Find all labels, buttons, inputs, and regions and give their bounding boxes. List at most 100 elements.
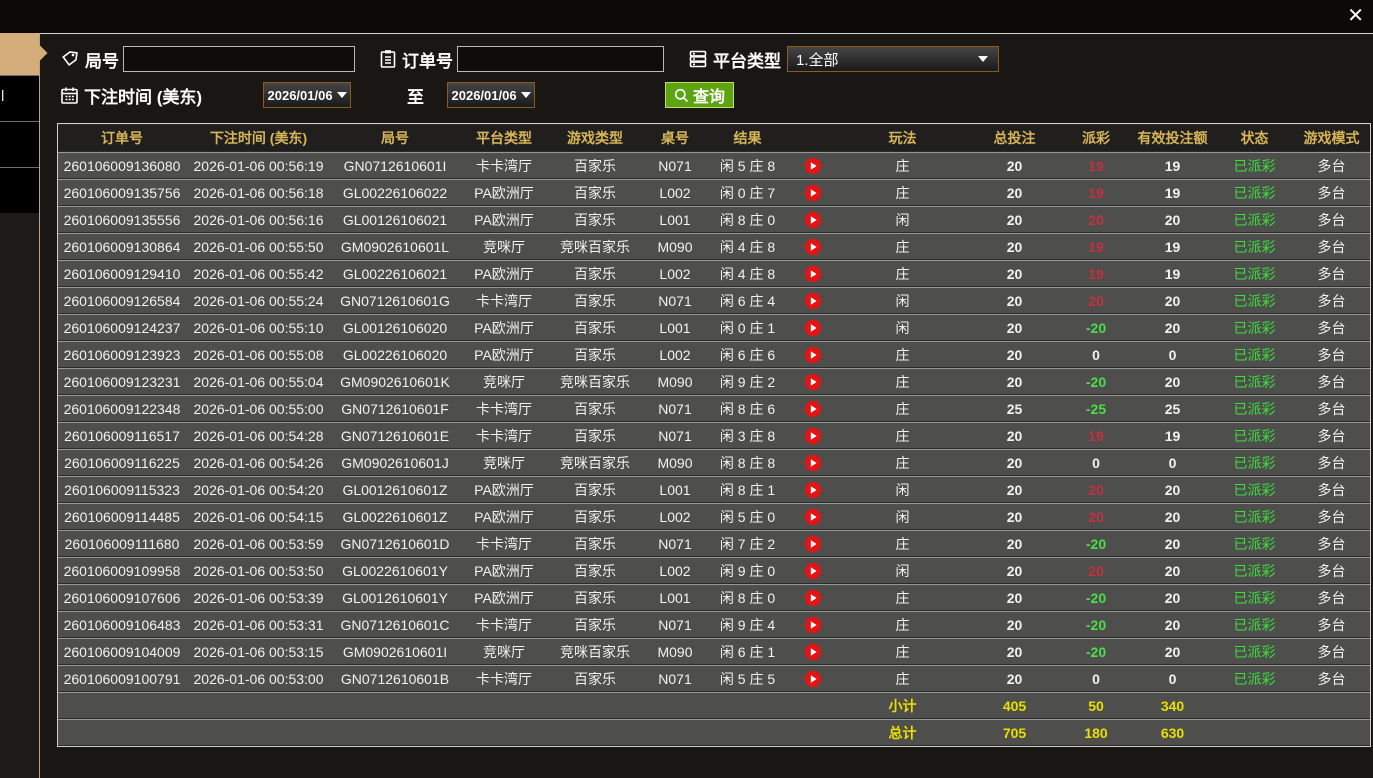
cell-status: 已派彩 bbox=[1216, 665, 1293, 691]
cell-bet-time: 2026-01-06 00:54:15 bbox=[186, 503, 331, 529]
play-video-button[interactable] bbox=[804, 211, 822, 229]
cell-order-no: 260106009129410 bbox=[58, 260, 186, 286]
cell-status: 已派彩 bbox=[1216, 179, 1293, 205]
cell-game-type: 百家乐 bbox=[549, 557, 641, 583]
game-no-label-group: 局号 bbox=[60, 47, 119, 72]
bet-records-table: 订单号下注时间 (美东)局号平台类型游戏类型桌号结果玩法总投注派彩有效投注额状态… bbox=[57, 123, 1371, 747]
cell-bet-time: 2026-01-06 00:53:00 bbox=[186, 665, 331, 691]
clipboard-icon bbox=[379, 49, 397, 69]
cell-valid-bet: 20 bbox=[1129, 287, 1216, 313]
date-from-select[interactable]: 2026/01/06 bbox=[263, 82, 351, 108]
play-video-button[interactable] bbox=[804, 346, 822, 364]
cell-video bbox=[786, 422, 839, 448]
play-video-button[interactable] bbox=[804, 454, 822, 472]
play-video-button[interactable] bbox=[804, 319, 822, 337]
play-video-button[interactable] bbox=[804, 292, 822, 310]
cell-total-bet: 20 bbox=[966, 368, 1063, 394]
cell-status: 已派彩 bbox=[1216, 476, 1293, 502]
cell-table-no: L001 bbox=[641, 314, 709, 340]
table-row: 2601060091007912026-01-06 00:53:00GN0712… bbox=[58, 665, 1370, 691]
cell-game-no: GL00226106021 bbox=[331, 260, 459, 286]
cell-video bbox=[786, 233, 839, 259]
cell-table-no: L002 bbox=[641, 503, 709, 529]
platform-select[interactable]: 1.全部 bbox=[787, 46, 999, 72]
cell-valid-bet: 19 bbox=[1129, 422, 1216, 448]
cell-game-type: 百家乐 bbox=[549, 503, 641, 529]
cell-platform: 卡卡湾厅 bbox=[459, 530, 549, 556]
table-row: 2601060091232312026-01-06 00:55:04GM0902… bbox=[58, 368, 1370, 394]
cell-game-no: GL00126106021 bbox=[331, 206, 459, 232]
play-video-button[interactable] bbox=[804, 481, 822, 499]
column-header: 桌号 bbox=[641, 125, 709, 151]
play-video-button[interactable] bbox=[804, 427, 822, 445]
cell-table-no: M090 bbox=[641, 638, 709, 664]
play-video-button[interactable] bbox=[804, 238, 822, 256]
cell-order-no: 260106009100791 bbox=[58, 665, 186, 691]
cell-platform: 竞咪厅 bbox=[459, 233, 549, 259]
column-header: 结果 bbox=[709, 125, 786, 151]
cell-status: 已派彩 bbox=[1216, 449, 1293, 475]
cell-result: 闲 5 庄 8 bbox=[709, 152, 786, 178]
play-video-button[interactable] bbox=[804, 562, 822, 580]
play-video-button[interactable] bbox=[804, 184, 822, 202]
sidebar-item[interactable] bbox=[0, 167, 39, 213]
cell-status: 已派彩 bbox=[1216, 557, 1293, 583]
play-video-button[interactable] bbox=[804, 535, 822, 553]
cell-order-no: 260106009136080 bbox=[58, 152, 186, 178]
play-video-button[interactable] bbox=[804, 373, 822, 391]
play-video-button[interactable] bbox=[804, 589, 822, 607]
cell-game-type: 百家乐 bbox=[549, 341, 641, 367]
cell-mode: 多台 bbox=[1293, 179, 1370, 205]
cell-bet-time: 2026-01-06 00:54:26 bbox=[186, 449, 331, 475]
cell-bet-on: 庄 bbox=[839, 449, 966, 475]
sidebar-item[interactable] bbox=[0, 121, 39, 167]
table-row: 2601060091355562026-01-06 00:56:16GL0012… bbox=[58, 206, 1370, 232]
sidebar-item[interactable]: l bbox=[0, 75, 39, 121]
cell-status: 已派彩 bbox=[1216, 287, 1293, 313]
play-video-button[interactable] bbox=[804, 400, 822, 418]
close-icon[interactable]: ✕ bbox=[1347, 3, 1364, 29]
sidebar-active-item[interactable] bbox=[0, 33, 39, 75]
cell-order-no: 260106009109958 bbox=[58, 557, 186, 583]
play-video-button[interactable] bbox=[804, 643, 822, 661]
cell-payout: 20 bbox=[1063, 503, 1129, 529]
play-video-button[interactable] bbox=[804, 265, 822, 283]
subtotal-spacer bbox=[58, 692, 839, 718]
game-no-label: 局号 bbox=[85, 47, 119, 72]
order-no-input[interactable] bbox=[457, 46, 664, 72]
cell-valid-bet: 19 bbox=[1129, 233, 1216, 259]
cell-total-bet: 20 bbox=[966, 557, 1063, 583]
cell-table-no: L001 bbox=[641, 206, 709, 232]
play-video-button[interactable] bbox=[804, 670, 822, 688]
game-no-input[interactable] bbox=[123, 46, 355, 72]
column-header: 派彩 bbox=[1063, 125, 1129, 151]
cell-total-bet: 20 bbox=[966, 233, 1063, 259]
cell-valid-bet: 20 bbox=[1129, 206, 1216, 232]
play-video-button[interactable] bbox=[804, 508, 822, 526]
cell-bet-time: 2026-01-06 00:55:00 bbox=[186, 395, 331, 421]
subtotal-label: 小计 bbox=[839, 692, 966, 718]
cell-status: 已派彩 bbox=[1216, 152, 1293, 178]
cell-payout: 19 bbox=[1063, 233, 1129, 259]
cell-game-no: GL00226106022 bbox=[331, 179, 459, 205]
cell-result: 闲 5 庄 5 bbox=[709, 665, 786, 691]
cell-payout: 20 bbox=[1063, 287, 1129, 313]
table-row: 2601060091357562026-01-06 00:56:18GL0022… bbox=[58, 179, 1370, 205]
cell-mode: 多台 bbox=[1293, 341, 1370, 367]
cell-platform: PA欧洲厅 bbox=[459, 179, 549, 205]
cell-platform: 卡卡湾厅 bbox=[459, 611, 549, 637]
cell-game-type: 竞咪百家乐 bbox=[549, 638, 641, 664]
cell-payout: -20 bbox=[1063, 611, 1129, 637]
cell-game-type: 竞咪百家乐 bbox=[549, 233, 641, 259]
play-video-button[interactable] bbox=[804, 616, 822, 634]
chevron-down-icon bbox=[978, 56, 988, 62]
query-button[interactable]: 查询 bbox=[665, 82, 734, 108]
date-to-select[interactable]: 2026/01/06 bbox=[447, 82, 535, 108]
play-video-button[interactable] bbox=[804, 157, 822, 175]
column-header: 总投注 bbox=[966, 125, 1063, 151]
cell-payout: 19 bbox=[1063, 260, 1129, 286]
cell-bet-time: 2026-01-06 00:53:50 bbox=[186, 557, 331, 583]
cell-table-no: N071 bbox=[641, 665, 709, 691]
cell-payout: -25 bbox=[1063, 395, 1129, 421]
table-row: 2601060091242372026-01-06 00:55:10GL0012… bbox=[58, 314, 1370, 340]
